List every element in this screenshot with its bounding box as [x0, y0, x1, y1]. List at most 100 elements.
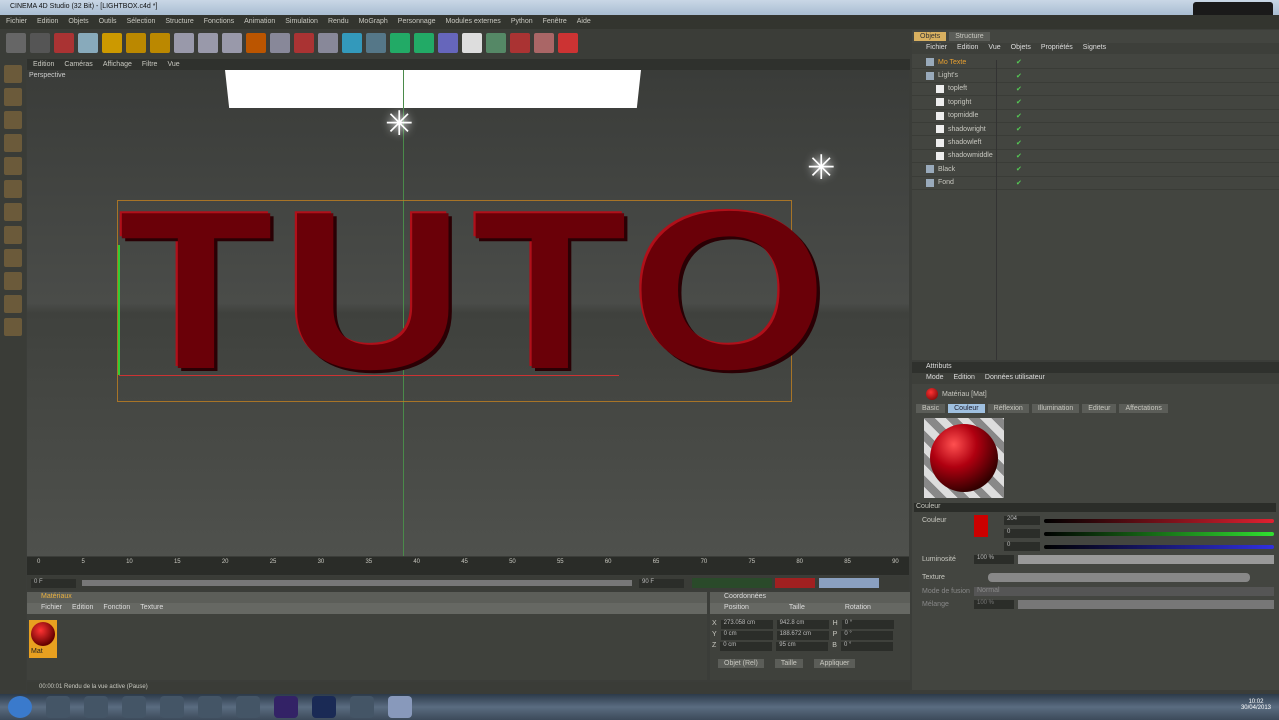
tuto-3d-text[interactable]: TUTO [119, 178, 836, 403]
menu-item[interactable]: Simulation [285, 18, 318, 26]
coord-rot-field[interactable]: 0 ° [840, 642, 893, 651]
tool-icon[interactable] [30, 33, 50, 53]
attribute-tab[interactable]: Couleur [948, 404, 985, 413]
viewport-menu-item[interactable]: Vue [167, 61, 179, 68]
tool-icon[interactable] [102, 33, 122, 53]
attributes-menu-item[interactable]: Données utilisateur [985, 374, 1045, 383]
tool-icon[interactable] [4, 88, 22, 106]
coord-rot-field[interactable]: 0 ° [841, 631, 894, 640]
viewport-menu-item[interactable]: Caméras [64, 61, 92, 68]
mix-slider[interactable] [1018, 600, 1274, 609]
size-mode-select[interactable]: Taille [774, 659, 803, 668]
visibility-check[interactable]: ✔ [1016, 58, 1022, 66]
apply-button[interactable]: Appliquer [813, 659, 856, 668]
b-slider[interactable] [1044, 545, 1274, 549]
menu-item[interactable]: Structure [165, 18, 193, 26]
blend-select[interactable]: Normal [974, 587, 1274, 596]
visibility-check[interactable]: ✔ [1016, 139, 1022, 147]
tool-icon[interactable] [222, 33, 242, 53]
visibility-check[interactable]: ✔ [1016, 72, 1022, 80]
menu-item[interactable]: Personnage [398, 18, 436, 26]
visibility-check[interactable]: ✔ [1016, 152, 1022, 160]
3d-viewport[interactable]: Perspective ✳ ✳ TUTO [27, 70, 909, 556]
tool-icon[interactable] [4, 318, 22, 336]
object-row[interactable]: topmiddle ✔ [912, 110, 1279, 123]
r-field[interactable]: 204 [1004, 516, 1040, 525]
cinema4d-icon[interactable] [388, 696, 412, 718]
key-buttons[interactable] [819, 578, 879, 588]
record-buttons[interactable] [775, 578, 815, 588]
attribute-tab[interactable]: Affectations [1119, 404, 1168, 413]
brightness-field[interactable]: 100 % [974, 555, 1014, 564]
timeline[interactable]: 0 5 10 15 20 25 30 35 40 45 50 55 60 65 70 75 80 85 90 [27, 557, 909, 575]
tool-icon[interactable] [54, 33, 74, 53]
menu-item[interactable]: Outils [99, 18, 117, 26]
texture-field[interactable] [988, 573, 1250, 582]
object-row[interactable]: topright ✔ [912, 96, 1279, 110]
object-tab[interactable]: Structure [949, 32, 990, 41]
tool-icon[interactable] [4, 65, 22, 83]
tool-icon[interactable] [510, 33, 530, 53]
menu-item[interactable]: Modules externes [446, 18, 501, 26]
r-slider[interactable] [1044, 519, 1274, 523]
object-row[interactable]: Fond ✔ [912, 177, 1279, 190]
menu-item[interactable]: Python [511, 18, 533, 26]
object-menu-item[interactable]: Signets [1083, 44, 1106, 53]
menu-item[interactable]: Rendu [328, 18, 349, 26]
g-slider[interactable] [1044, 532, 1274, 536]
visibility-check[interactable]: ✔ [1016, 85, 1022, 93]
tool-icon[interactable] [246, 33, 266, 53]
materials-menu-item[interactable]: Texture [140, 604, 163, 613]
attributes-menu-item[interactable]: Mode [926, 374, 944, 383]
material-thumbnail[interactable]: Mat [29, 620, 57, 658]
menu-item[interactable]: Fonctions [204, 18, 234, 26]
menu-item[interactable]: Sélection [127, 18, 156, 26]
object-row[interactable]: shadowmiddle ✔ [912, 150, 1279, 164]
visibility-check[interactable]: ✔ [1016, 179, 1022, 187]
tool-icon[interactable] [4, 180, 22, 198]
viewport-menu-item[interactable]: Affichage [103, 61, 132, 68]
coord-rot-field[interactable]: 0 ° [841, 620, 894, 629]
tool-icon[interactable] [150, 33, 170, 53]
menu-item[interactable]: Fenêtre [543, 18, 567, 26]
tool-icon[interactable] [294, 33, 314, 53]
ie-icon[interactable] [46, 696, 70, 718]
brightness-slider[interactable] [1018, 555, 1274, 564]
y-axis-handle[interactable] [118, 245, 120, 375]
app-icon[interactable] [198, 696, 222, 718]
tool-icon[interactable] [318, 33, 338, 53]
tool-icon[interactable] [366, 33, 386, 53]
materials-menu-item[interactable]: Fonction [103, 604, 130, 613]
tool-icon[interactable] [390, 33, 410, 53]
app-icon[interactable] [160, 696, 184, 718]
b-field[interactable]: 0 [1004, 542, 1040, 551]
playback-controls[interactable] [692, 578, 772, 588]
mix-field[interactable]: 100 % [974, 600, 1014, 609]
viewport-menu-item[interactable]: Filtre [142, 61, 158, 68]
frame-range-slider[interactable] [82, 580, 632, 586]
attributes-menu-item[interactable]: Edition [954, 374, 975, 383]
object-row[interactable]: shadowleft ✔ [912, 136, 1279, 150]
tool-icon[interactable] [4, 157, 22, 175]
tool-icon[interactable] [4, 249, 22, 267]
tool-icon[interactable] [4, 295, 22, 313]
tool-icon[interactable] [438, 33, 458, 53]
coord-pos-field[interactable]: 0 cm [720, 642, 773, 651]
object-menu-item[interactable]: Vue [988, 44, 1000, 53]
viewport-menu-item[interactable]: Edition [33, 61, 54, 68]
x-axis-handle[interactable] [119, 375, 619, 376]
menu-item[interactable]: Fichier [6, 18, 27, 26]
object-row[interactable]: Light's ✔ [912, 69, 1279, 83]
tool-icon[interactable] [534, 33, 554, 53]
skype-icon[interactable] [122, 696, 146, 718]
coord-size-field[interactable]: 95 cm [776, 642, 829, 651]
tool-icon[interactable] [6, 33, 26, 53]
object-row[interactable]: Black ✔ [912, 163, 1279, 177]
start-button[interactable] [8, 696, 32, 718]
tool-icon[interactable] [4, 203, 22, 221]
attribute-tab[interactable]: Réflexion [987, 404, 1029, 413]
chrome-icon[interactable] [84, 696, 108, 718]
tool-icon[interactable] [462, 33, 482, 53]
g-field[interactable]: 0 [1004, 529, 1040, 538]
materials-menu-item[interactable]: Edition [72, 604, 93, 613]
